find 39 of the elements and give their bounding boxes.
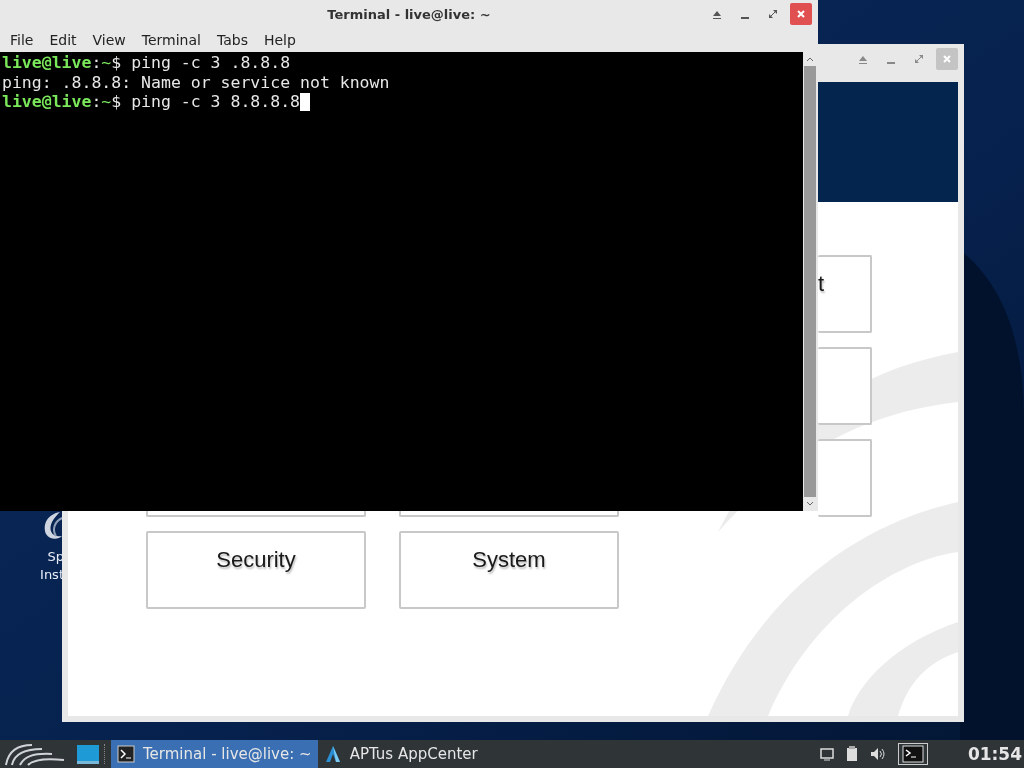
minimize-icon: [887, 62, 895, 64]
terminal-icon: [117, 745, 135, 763]
maximize-icon: [913, 53, 925, 65]
scrollbar-thumb[interactable]: [804, 66, 816, 497]
taskbar-button[interactable]: Terminal - live@live: ~: [111, 740, 318, 768]
command-text: $ ping -c 3 .8.8.8: [111, 53, 291, 73]
close-icon: [795, 8, 807, 20]
volume-icon[interactable]: [869, 747, 886, 761]
prompt-path: ~: [101, 92, 112, 112]
output-text: ping: .8.8.8: Name or service not known: [2, 72, 390, 92]
prompt-user: live@live: [2, 92, 92, 112]
menu-item[interactable]: Edit: [41, 32, 85, 48]
clock: 01:54: [967, 744, 1022, 764]
desktop-icon[interactable]: [76, 743, 100, 765]
display-icon[interactable]: [819, 747, 834, 761]
menu-item[interactable]: File: [2, 32, 42, 48]
maximize-icon: [767, 8, 779, 20]
menu-item[interactable]: Terminal: [133, 32, 209, 48]
prompt-path: ~: [101, 53, 112, 73]
close-button[interactable]: [790, 3, 812, 25]
clipboard-icon[interactable]: [845, 746, 858, 762]
category-button[interactable]: Security: [146, 531, 366, 609]
category-button[interactable]: t: [818, 255, 872, 333]
prompt-separator: :: [91, 53, 102, 73]
menu-item[interactable]: View: [84, 32, 134, 48]
scrollbar[interactable]: [803, 52, 817, 511]
category-button[interactable]: System: [399, 531, 619, 609]
terminal-tray-button[interactable]: [897, 743, 928, 765]
taskbar-button[interactable]: APTus AppCenter: [317, 740, 484, 768]
command-text: $ ping -c 3 8.8.8.8: [111, 92, 301, 112]
prompt-user: live@live: [2, 53, 92, 73]
letter-a-logo-icon: [323, 745, 342, 763]
window-title: Terminal - live@live: ~: [327, 6, 491, 22]
close-icon: [941, 53, 953, 65]
menu-item[interactable]: Help: [255, 32, 304, 48]
menu-item[interactable]: Tabs: [208, 32, 256, 48]
terminal-icon: [901, 745, 924, 763]
prompt-separator: :: [91, 92, 102, 112]
minimize-icon: [741, 17, 749, 19]
